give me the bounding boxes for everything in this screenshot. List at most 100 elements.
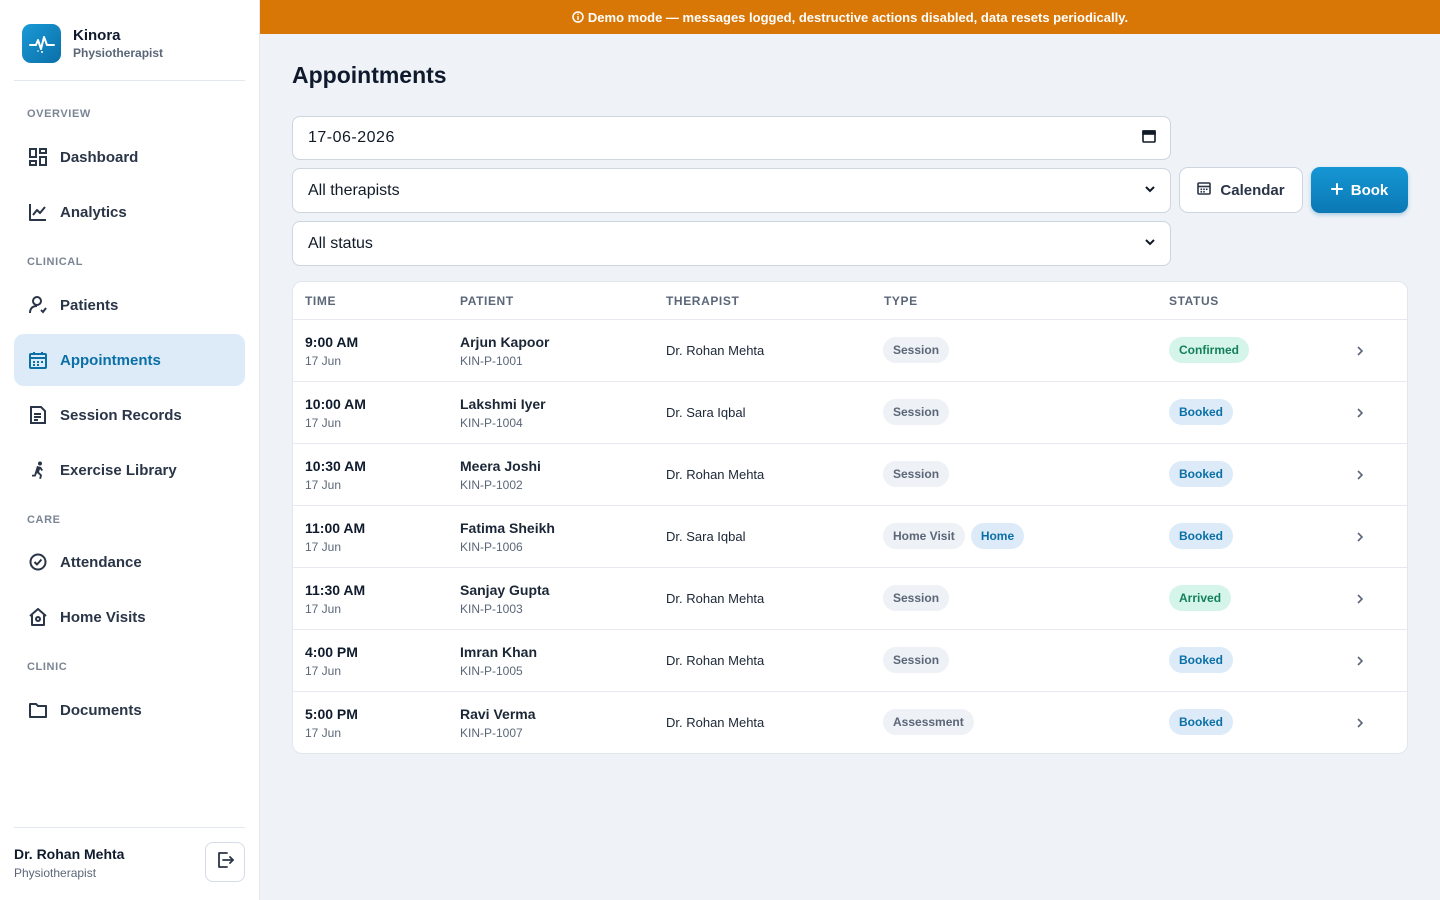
- table-row[interactable]: 10:30 AM 17 Jun Meera Joshi KIN-P-1002 Dr. R…: [293, 444, 1407, 506]
- type-cell: Home Visit Home: [883, 523, 1025, 549]
- document-icon: [27, 404, 49, 426]
- patient-id: KIN-P-1007: [460, 726, 523, 740]
- appointment-time: 5:00 PM: [305, 706, 358, 722]
- sidebar: Kinora Physiotherapist OVERVIEW Dashboar…: [0, 0, 260, 900]
- status-cell: Booked: [1169, 709, 1234, 735]
- appointment-time: 11:30 AM: [305, 582, 366, 598]
- sidebar-item-analytics[interactable]: Analytics: [14, 186, 245, 238]
- page-title: Appointments: [292, 62, 447, 88]
- table-row[interactable]: 10:00 AM 17 Jun Lakshmi Iyer KIN-P-1004 Dr. …: [293, 382, 1407, 444]
- therapist-name: Dr. Sara Iqbal: [666, 405, 746, 420]
- status-badge: Booked: [1169, 461, 1234, 487]
- type-badge: Session: [883, 585, 950, 611]
- home-tag-badge: Home: [970, 523, 1025, 549]
- status-badge: Confirmed: [1169, 337, 1249, 363]
- chevron-right-icon[interactable]: [1353, 406, 1367, 420]
- chevron-down-icon: [1144, 182, 1156, 200]
- status-badge: Arrived: [1169, 585, 1232, 611]
- column-header-therapist: THERAPIST: [666, 294, 740, 308]
- running-icon: [27, 459, 49, 481]
- therapist-name: Dr. Rohan Mehta: [666, 467, 765, 482]
- sidebar-item-attendance[interactable]: Attendance: [14, 536, 245, 588]
- status-badge: Booked: [1169, 647, 1234, 673]
- patient-id: KIN-P-1005: [460, 664, 523, 678]
- logout-button[interactable]: [205, 842, 245, 882]
- brand[interactable]: Kinora Physiotherapist: [22, 24, 163, 63]
- column-header-patient: PATIENT: [460, 294, 514, 308]
- date-filter-input[interactable]: 17-06-2026: [292, 116, 1171, 160]
- divider: [14, 827, 245, 828]
- column-header-type: TYPE: [884, 294, 918, 308]
- chevron-right-icon[interactable]: [1353, 468, 1367, 482]
- chevron-right-icon[interactable]: [1353, 592, 1367, 606]
- status-cell: Confirmed: [1169, 337, 1249, 363]
- sidebar-item-label: Appointments: [60, 351, 161, 369]
- column-header-status: STATUS: [1169, 294, 1219, 308]
- chevron-down-icon: [1144, 235, 1156, 253]
- home-icon: [27, 606, 49, 628]
- patient-name: Fatima Sheikh: [460, 520, 555, 536]
- therapist-name: Dr. Rohan Mehta: [666, 653, 765, 668]
- sidebar-item-patients[interactable]: Patients: [14, 279, 245, 331]
- info-icon: [572, 11, 584, 23]
- sidebar-item-label: Session Records: [60, 406, 182, 424]
- calendar-icon: [27, 349, 49, 371]
- sidebar-item-exercise-library[interactable]: Exercise Library: [14, 444, 245, 496]
- appointment-time: 10:00 AM: [305, 396, 366, 412]
- status-filter-select[interactable]: All status: [292, 221, 1171, 266]
- table-row[interactable]: 5:00 PM 17 Jun Ravi Verma KIN-P-1007 Dr. Roh…: [293, 692, 1407, 753]
- patient-name: Imran Khan: [460, 644, 538, 660]
- therapist-filter-select[interactable]: All therapists: [292, 168, 1171, 213]
- sidebar-item-label: Dashboard: [60, 148, 139, 166]
- sidebar-item-appointments[interactable]: Appointments: [14, 334, 245, 386]
- patient-id: KIN-P-1004: [460, 416, 523, 430]
- table-row[interactable]: 11:00 AM 17 Jun Fatima Sheikh KIN-P-1006 Dr.…: [293, 506, 1407, 568]
- dashboard-icon: [27, 146, 49, 168]
- type-cell: Assessment: [883, 709, 974, 735]
- appointment-time: 9:00 AM: [305, 334, 359, 350]
- table-row[interactable]: 11:30 AM 17 Jun Sanjay Gupta KIN-P-1003 Dr. …: [293, 568, 1407, 630]
- appointment-date: 17 Jun: [305, 416, 342, 430]
- appointment-time: 4:00 PM: [305, 644, 358, 660]
- table-row[interactable]: 9:00 AM 17 Jun Arjun Kapoor KIN-P-1001 Dr. R…: [293, 320, 1407, 382]
- sidebar-item-documents[interactable]: Documents: [14, 684, 245, 736]
- appointments-table: TIME PATIENT THERAPIST TYPE STATUS 9:00 …: [292, 281, 1408, 754]
- chevron-right-icon[interactable]: [1353, 654, 1367, 668]
- book-button-label: Book: [1350, 181, 1389, 199]
- table-row[interactable]: 4:00 PM 17 Jun Imran Khan KIN-P-1005 Dr. Roh…: [293, 630, 1407, 692]
- date-filter-value: 17-06-2026: [308, 129, 395, 146]
- brand-role: Physiotherapist: [73, 45, 164, 60]
- appointment-date: 17 Jun: [305, 602, 342, 616]
- status-badge: Booked: [1169, 399, 1234, 425]
- sidebar-item-label: Patients: [60, 296, 119, 314]
- brand-name: Kinora: [73, 26, 121, 44]
- type-badge: Session: [883, 337, 950, 363]
- appointment-time: 10:30 AM: [305, 458, 366, 474]
- status-cell: Booked: [1169, 399, 1234, 425]
- chevron-right-icon[interactable]: [1353, 530, 1367, 544]
- status-filter-value: All status: [308, 234, 373, 252]
- status-cell: Arrived: [1169, 585, 1232, 611]
- type-badge: Session: [883, 647, 950, 673]
- chevron-right-icon[interactable]: [1353, 716, 1367, 730]
- nav-section-care: CARE: [27, 514, 61, 526]
- appointment-date: 17 Jun: [305, 478, 342, 492]
- type-badge: Session: [883, 399, 950, 425]
- sidebar-item-home-visits[interactable]: Home Visits: [14, 591, 245, 643]
- sidebar-item-dashboard[interactable]: Dashboard: [14, 131, 245, 183]
- status-cell: Booked: [1169, 523, 1234, 549]
- therapist-filter-value: All therapists: [308, 181, 400, 199]
- calendar-picker-icon[interactable]: [1142, 129, 1156, 148]
- divider: [14, 80, 245, 81]
- appointment-date: 17 Jun: [305, 540, 342, 554]
- sidebar-item-label: Exercise Library: [60, 461, 177, 479]
- calendar-view-button[interactable]: Calendar: [1179, 167, 1303, 213]
- type-cell: Session: [883, 399, 950, 425]
- book-appointment-button[interactable]: Book: [1311, 167, 1408, 213]
- sidebar-item-label: Attendance: [60, 553, 142, 571]
- patients-icon: [27, 294, 49, 316]
- column-header-time: TIME: [305, 294, 337, 308]
- nav-section-clinic: CLINIC: [27, 661, 68, 673]
- sidebar-item-session-records[interactable]: Session Records: [14, 389, 245, 441]
- chevron-right-icon[interactable]: [1353, 344, 1367, 358]
